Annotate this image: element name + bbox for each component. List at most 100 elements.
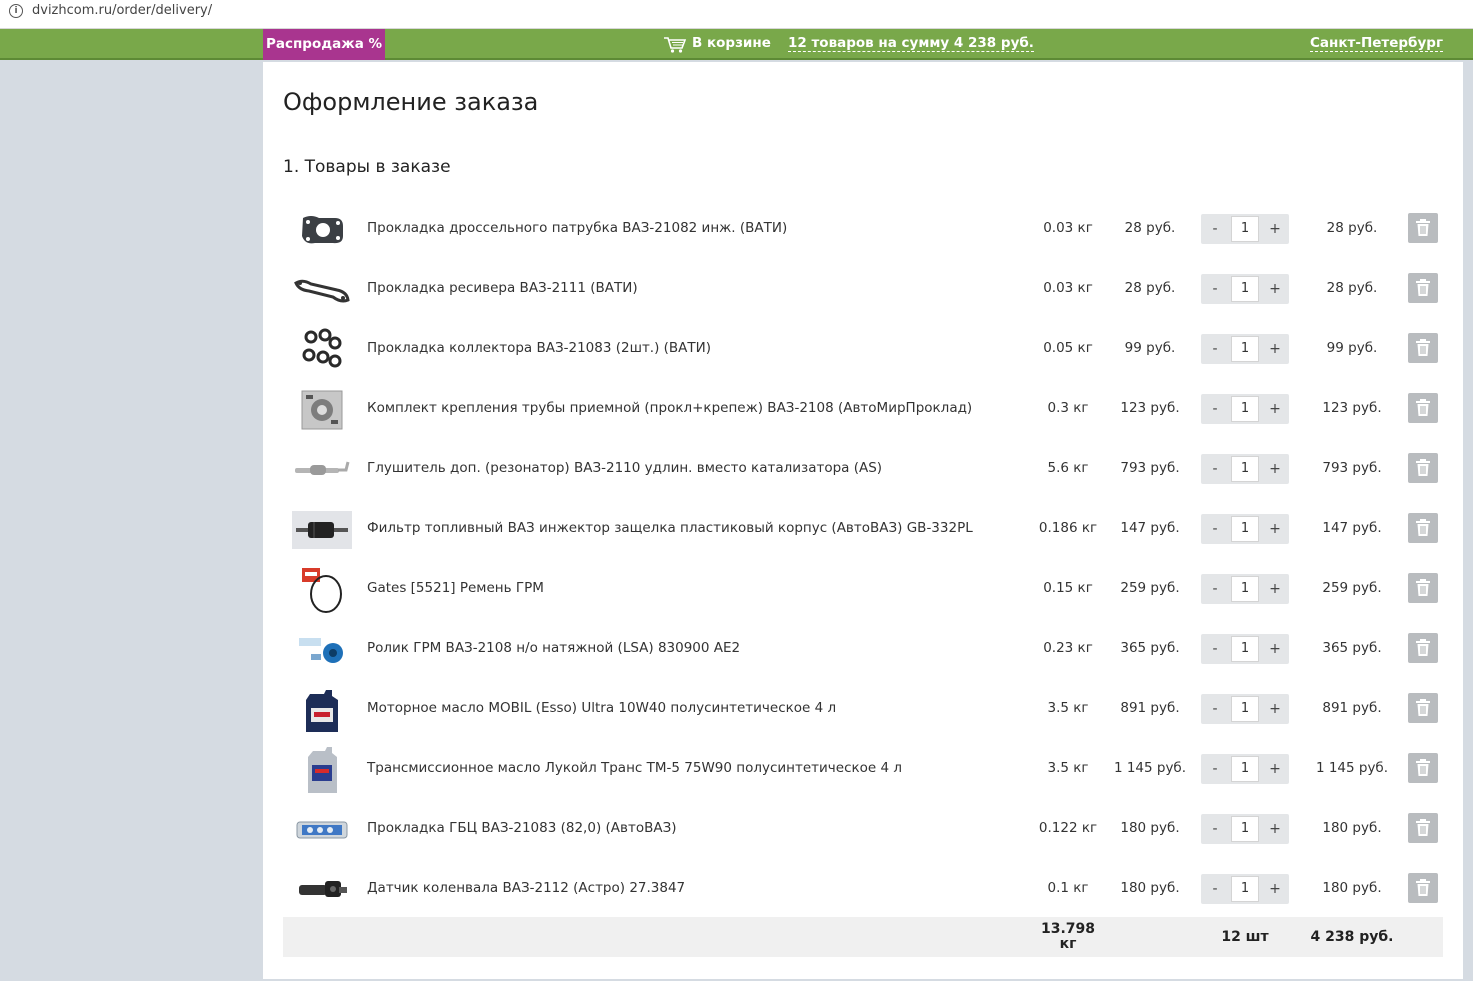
increase-quantity-button[interactable]: + [1261, 574, 1289, 604]
decrease-quantity-button[interactable]: - [1201, 214, 1229, 244]
increase-quantity-button[interactable]: + [1261, 754, 1289, 784]
delete-item-button[interactable] [1408, 513, 1438, 543]
product-name[interactable]: Трансмиссионное масло Лукойл Транс ТМ-5 … [367, 760, 902, 776]
quantity-input[interactable]: 1 [1231, 216, 1259, 242]
decrease-quantity-button[interactable]: - [1201, 454, 1229, 484]
quantity-input[interactable]: 1 [1231, 456, 1259, 482]
info-icon[interactable]: i [9, 4, 23, 18]
product-price: 259 руб. [1120, 580, 1180, 596]
product-image[interactable] [291, 628, 353, 672]
product-image[interactable] [291, 808, 353, 852]
product-image[interactable] [291, 388, 353, 432]
quantity-input[interactable]: 1 [1231, 636, 1259, 662]
decrease-quantity-button[interactable]: - [1201, 874, 1229, 904]
increase-quantity-button[interactable]: + [1261, 214, 1289, 244]
increase-quantity-button[interactable]: + [1261, 694, 1289, 724]
quantity-input[interactable]: 1 [1231, 516, 1259, 542]
increase-quantity-button[interactable]: + [1261, 274, 1289, 304]
product-name[interactable]: Прокладка ГБЦ ВАЗ-21083 (82,0) (АвтоВАЗ) [367, 820, 677, 836]
address-bar[interactable]: i dvizhcom.ru/order/delivery/ [0, 0, 1473, 29]
product-image[interactable] [291, 268, 353, 312]
decrease-quantity-button[interactable]: - [1201, 694, 1229, 724]
quantity-input[interactable]: 1 [1231, 336, 1259, 362]
city-selector[interactable]: Санкт-Петербург [1310, 35, 1443, 52]
summary-quantity: 12 шт [1221, 929, 1269, 945]
delete-item-button[interactable] [1408, 333, 1438, 363]
decrease-quantity-button[interactable]: - [1201, 754, 1229, 784]
quantity-input[interactable]: 1 [1231, 576, 1259, 602]
quantity-stepper: -1 + [1201, 814, 1289, 844]
product-image[interactable] [291, 688, 353, 732]
product-image[interactable] [291, 208, 353, 252]
product-image[interactable] [291, 747, 353, 793]
sensor-icon [295, 875, 349, 905]
product-total: 793 руб. [1322, 460, 1382, 476]
product-price: 180 руб. [1120, 880, 1180, 896]
product-name[interactable]: Прокладка дроссельного патрубка ВАЗ-2108… [367, 220, 787, 236]
order-item-row: Глушитель доп. (резонатор) ВАЗ-2110 удли… [283, 440, 1443, 500]
order-items-list: Прокладка дроссельного патрубка ВАЗ-2108… [283, 200, 1443, 920]
product-name[interactable]: Глушитель доп. (резонатор) ВАЗ-2110 удли… [367, 460, 882, 476]
delete-item-button[interactable] [1408, 633, 1438, 663]
product-total: 99 руб. [1326, 340, 1378, 356]
decrease-quantity-button[interactable]: - [1201, 334, 1229, 364]
increase-quantity-button[interactable]: + [1261, 394, 1289, 424]
quantity-stepper: -1 + [1201, 514, 1289, 544]
product-name[interactable]: Фильтр топливный ВАЗ инжектор защелка пл… [367, 520, 973, 536]
product-price: 891 руб. [1120, 700, 1180, 716]
product-name[interactable]: Датчик коленвала ВАЗ-2112 (Астро) 27.384… [367, 880, 685, 896]
decrease-quantity-button[interactable]: - [1201, 274, 1229, 304]
delete-item-button[interactable] [1408, 393, 1438, 423]
product-image[interactable] [291, 868, 353, 912]
delete-item-button[interactable] [1408, 573, 1438, 603]
increase-quantity-button[interactable]: + [1261, 454, 1289, 484]
quantity-input[interactable]: 1 [1231, 876, 1259, 902]
roller-icon [297, 634, 347, 666]
url-text[interactable]: dvizhcom.ru/order/delivery/ [32, 3, 212, 18]
product-weight: 0.03 кг [1043, 280, 1093, 296]
delete-item-button[interactable] [1408, 813, 1438, 843]
product-total: 28 руб. [1326, 220, 1378, 236]
product-weight: 0.05 кг [1043, 340, 1093, 356]
decrease-quantity-button[interactable]: - [1201, 634, 1229, 664]
sale-link[interactable]: Распродажа % [263, 29, 385, 60]
product-name[interactable]: Моторное масло MOBIL (Esso) Ultra 10W40 … [367, 700, 836, 716]
increase-quantity-button[interactable]: + [1261, 814, 1289, 844]
product-name[interactable]: Gates [5521] Ремень ГРМ [367, 580, 544, 596]
delete-item-button[interactable] [1408, 873, 1438, 903]
product-image[interactable] [291, 328, 353, 372]
order-item-row: Датчик коленвала ВАЗ-2112 (Астро) 27.384… [283, 860, 1443, 920]
decrease-quantity-button[interactable]: - [1201, 394, 1229, 424]
delete-item-button[interactable] [1408, 453, 1438, 483]
increase-quantity-button[interactable]: + [1261, 874, 1289, 904]
quantity-input[interactable]: 1 [1231, 816, 1259, 842]
quantity-input[interactable]: 1 [1231, 696, 1259, 722]
decrease-quantity-button[interactable]: - [1201, 514, 1229, 544]
delete-item-button[interactable] [1408, 753, 1438, 783]
product-image[interactable] [291, 448, 353, 492]
product-name[interactable]: Ролик ГРМ ВАЗ-2108 н/о натяжной (LSA) 83… [367, 640, 740, 656]
increase-quantity-button[interactable]: + [1261, 334, 1289, 364]
page-title: Оформление заказа [283, 88, 539, 116]
cart-icon[interactable] [663, 36, 687, 58]
product-name[interactable]: Прокладка ресивера ВАЗ-2111 (ВАТИ) [367, 280, 638, 296]
delete-item-button[interactable] [1408, 693, 1438, 723]
delete-item-button[interactable] [1408, 213, 1438, 243]
product-name[interactable]: Комплект крепления трубы приемной (прокл… [367, 400, 972, 416]
product-image[interactable] [291, 508, 353, 552]
quantity-stepper: -1 + [1201, 454, 1289, 484]
increase-quantity-button[interactable]: + [1261, 514, 1289, 544]
product-image[interactable] [291, 568, 353, 613]
manifold-gasket-icon [299, 327, 345, 373]
decrease-quantity-button[interactable]: - [1201, 814, 1229, 844]
product-weight: 0.122 кг [1038, 820, 1098, 836]
cart-summary-link[interactable]: 12 товаров на сумму 4 238 руб. [788, 35, 1034, 52]
product-name[interactable]: Прокладка коллектора ВАЗ-21083 (2шт.) (В… [367, 340, 711, 356]
decrease-quantity-button[interactable]: - [1201, 574, 1229, 604]
increase-quantity-button[interactable]: + [1261, 634, 1289, 664]
quantity-input[interactable]: 1 [1231, 756, 1259, 782]
quantity-input[interactable]: 1 [1231, 396, 1259, 422]
product-weight: 0.03 кг [1043, 220, 1093, 236]
delete-item-button[interactable] [1408, 273, 1438, 303]
quantity-input[interactable]: 1 [1231, 276, 1259, 302]
